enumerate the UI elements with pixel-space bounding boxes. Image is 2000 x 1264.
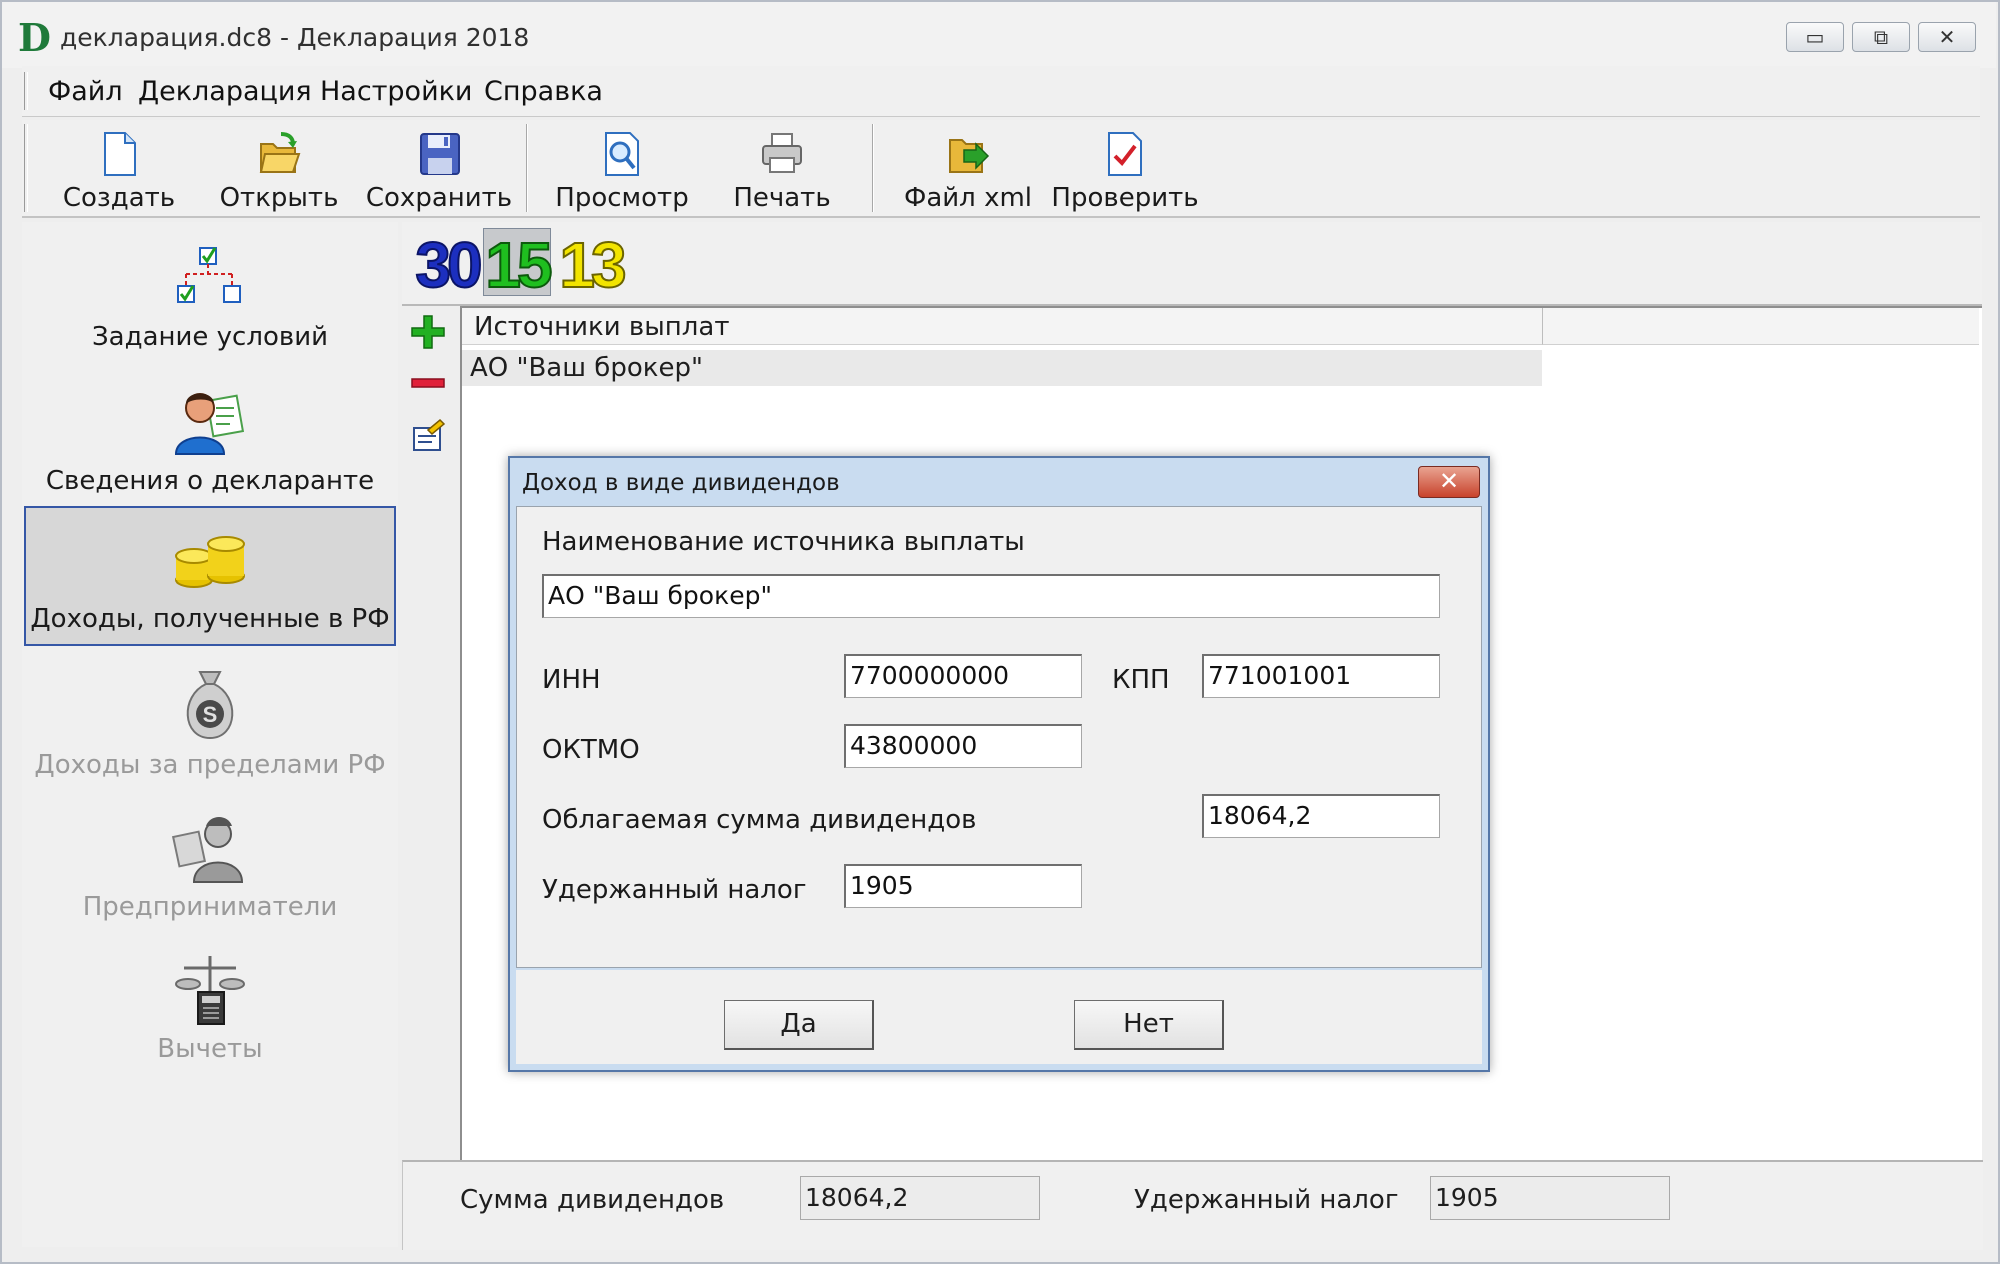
menu-bar — [22, 66, 1980, 117]
menu-grip — [24, 72, 28, 110]
rate-15-button[interactable]: 15 — [484, 229, 553, 301]
menu-declaration[interactable]: Декларация — [138, 74, 312, 110]
nav-item-income-rf[interactable]: Доходы, полученные в РФ — [24, 506, 396, 646]
nav-conditions-label: Задание условий — [92, 322, 328, 352]
create-button[interactable]: Создать — [44, 124, 194, 216]
print-label: Печать — [733, 183, 831, 213]
source-name-input[interactable]: АО "Ваш брокер" — [542, 574, 1440, 618]
close-window-button[interactable]: ✕ — [1918, 22, 1976, 52]
check-label: Проверить — [1051, 183, 1199, 213]
taxable-dividends-input[interactable]: 18064,2 — [1202, 794, 1440, 838]
dialog-button-bar — [516, 970, 1482, 1064]
list-header-filler — [1543, 308, 1979, 345]
toolbar-grip — [24, 124, 28, 212]
nav-deductions-label: Вычеты — [157, 1034, 263, 1064]
withheld-tax-label: Удержанный налог — [542, 875, 807, 905]
check-button[interactable]: Проверить — [1050, 124, 1200, 216]
xml-export-icon — [949, 139, 990, 173]
printer-icon — [762, 133, 802, 173]
nav-item-income-abroad[interactable]: S Доходы за пределами РФ — [24, 654, 396, 794]
nav-item-conditions[interactable]: Задание условий — [24, 226, 396, 366]
menu-help[interactable]: Справка — [484, 74, 603, 110]
open-folder-icon — [259, 132, 301, 173]
inn-input[interactable]: 7700000000 — [844, 654, 1082, 698]
nav-declarant-label: Сведения о декларанте — [45, 466, 375, 496]
dialog-close-button[interactable]: ✕ — [1418, 466, 1480, 498]
preview-magnifier-icon — [605, 132, 639, 176]
open-button[interactable]: Открыть — [204, 124, 354, 216]
nav-item-declarant[interactable]: Сведения о декларанте — [24, 370, 396, 510]
dialog-title: Доход в виде дивидендов — [522, 470, 840, 496]
declarant-person-icon — [174, 393, 245, 455]
list-row-text: АО "Ваш брокер" — [470, 353, 703, 383]
menu-file[interactable]: Файл — [48, 74, 123, 110]
export-xml-button[interactable]: Файл xml — [894, 124, 1042, 216]
remove-icon[interactable] — [410, 366, 446, 402]
rate-30-button[interactable]: 30 — [412, 229, 483, 301]
kpp-label: КПП — [1112, 665, 1170, 695]
scales-calculator-icon — [175, 956, 245, 1025]
nav-income-abroad-label: Доходы за пределами РФ — [34, 750, 386, 780]
tax-rates-bar — [402, 222, 1982, 306]
export-xml-label: Файл xml — [903, 183, 1033, 213]
withheld-tax-total-value: 1905 — [1430, 1176, 1670, 1220]
money-bag-icon: S — [186, 671, 234, 740]
cancel-button[interactable]: Нет — [1074, 1000, 1224, 1050]
toolbar-separator — [872, 124, 874, 212]
nav-item-deductions[interactable]: Вычеты — [24, 938, 396, 1078]
toolbar-separator — [526, 124, 528, 212]
oktmo-label: ОКТМО — [542, 735, 640, 765]
list-header-label: Источники выплат — [474, 312, 730, 342]
save-label: Сохранить — [365, 183, 513, 213]
source-name-label: Наименование источника выплаты — [542, 527, 1025, 557]
oktmo-input[interactable]: 43800000 — [844, 724, 1082, 768]
new-document-icon — [104, 132, 136, 176]
create-label: Создать — [62, 183, 176, 213]
maximize-button[interactable]: ⧉ — [1852, 22, 1910, 52]
nav-item-entrepreneurs[interactable]: Предприниматели — [24, 796, 396, 936]
nav-entrepreneurs-label: Предприниматели — [82, 892, 338, 922]
preview-label: Просмотр — [555, 183, 689, 213]
withheld-tax-total-label: Удержанный налог — [1134, 1185, 1399, 1215]
save-button[interactable]: Сохранить — [364, 124, 514, 216]
withheld-tax-input[interactable]: 1905 — [844, 864, 1082, 908]
nav-income-rf-label: Доходы, полученные в РФ — [30, 604, 390, 634]
check-document-icon — [1108, 132, 1142, 176]
kpp-input[interactable]: 771001001 — [1202, 654, 1440, 698]
save-floppy-icon — [420, 133, 460, 175]
edit-record-icon[interactable] — [410, 418, 446, 454]
print-button[interactable]: Печать — [708, 124, 856, 216]
minimize-button[interactable]: ▭ — [1786, 22, 1844, 52]
entrepreneur-icon — [171, 817, 244, 883]
conditions-tree-icon — [177, 247, 241, 303]
menu-settings[interactable]: Настройки — [320, 74, 472, 110]
ok-button[interactable]: Да — [724, 1000, 874, 1050]
dividends-sum-value: 18064,2 — [800, 1176, 1040, 1220]
svg-text:S: S — [203, 702, 218, 727]
preview-button[interactable]: Просмотр — [546, 124, 698, 216]
app-logo-icon: D — [18, 15, 51, 60]
window-title: декларация.dc8 - Декларация 2018 — [60, 23, 530, 52]
taxable-dividends-label: Облагаемая сумма дивидендов — [542, 805, 977, 835]
add-icon[interactable] — [410, 314, 446, 350]
inn-label: ИНН — [542, 665, 601, 695]
open-label: Открыть — [219, 183, 339, 213]
dividends-sum-label: Сумма дивидендов — [460, 1185, 725, 1215]
gold-coins-icon — [175, 536, 245, 588]
rate-13-button[interactable]: 13 — [558, 229, 627, 301]
